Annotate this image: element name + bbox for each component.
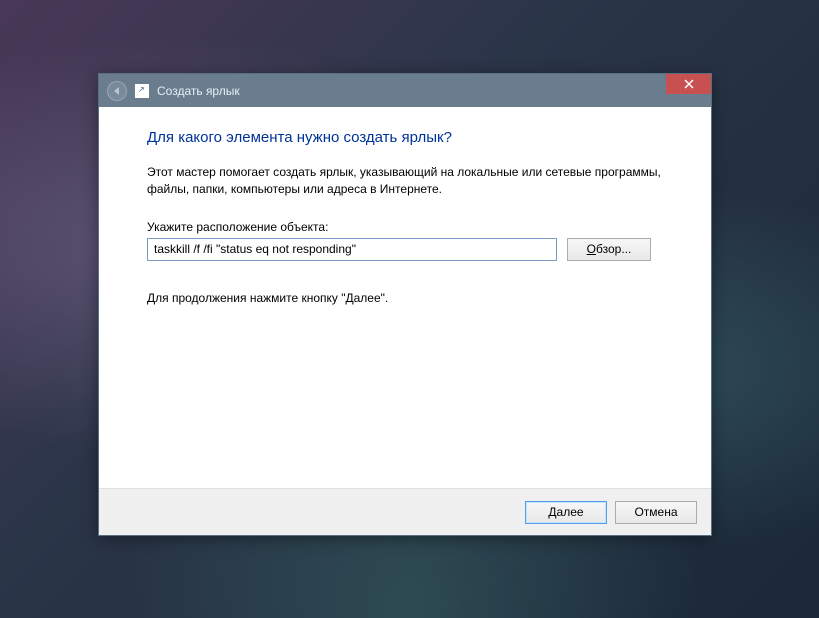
page-heading: Для какого элемента нужно создать ярлык? [147, 129, 663, 146]
continue-instruction: Для продолжения нажмите кнопку "Далее". [147, 291, 663, 305]
back-button[interactable] [107, 81, 127, 101]
wizard-footer: Далее Отмена [99, 488, 711, 535]
close-icon [684, 79, 694, 89]
browse-button[interactable]: Обзор... [567, 238, 651, 261]
wizard-content: Для какого элемента нужно создать ярлык?… [99, 107, 711, 488]
path-input-row: Обзор... [147, 238, 663, 261]
create-shortcut-wizard: Создать ярлык Для какого элемента нужно … [98, 73, 712, 536]
path-input[interactable] [147, 238, 557, 261]
close-button[interactable] [666, 74, 711, 94]
cancel-button[interactable]: Отмена [615, 501, 697, 524]
shortcut-icon [135, 84, 149, 98]
next-button[interactable]: Далее [525, 501, 607, 524]
page-description: Этот мастер помогает создать ярлык, указ… [147, 164, 663, 198]
window-title: Создать ярлык [157, 84, 240, 98]
path-label: Укажите расположение объекта: [147, 220, 663, 234]
titlebar: Создать ярлык [99, 74, 711, 107]
